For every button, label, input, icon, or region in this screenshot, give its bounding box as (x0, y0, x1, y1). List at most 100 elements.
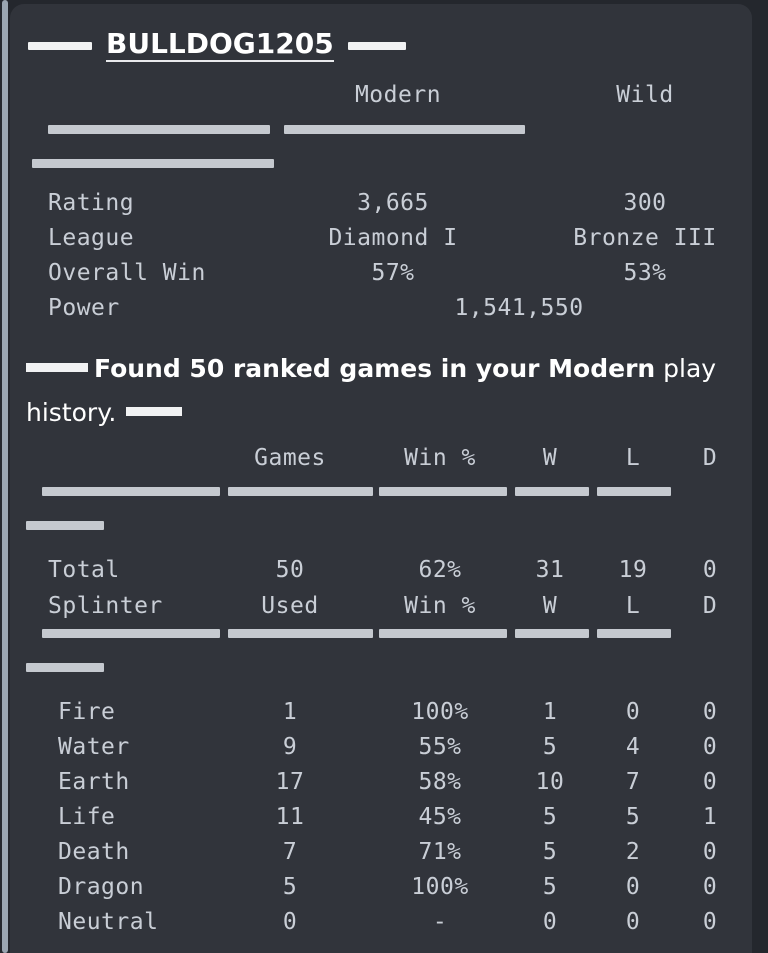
redaction-bar-icon (347, 42, 406, 50)
row-label: Neutral (58, 909, 159, 935)
table-row: Dragon 5 100% 5 0 0 (10, 874, 752, 909)
cell-draws: 0 (702, 874, 718, 900)
cell-win-pct: 71% (418, 839, 462, 865)
redaction-bar-icon (26, 362, 88, 372)
column-header-w: W (542, 445, 558, 471)
column-header-splinter-win: Win % (404, 593, 476, 619)
stat-label: League (48, 225, 135, 251)
scrollbar-thumb[interactable] (2, 0, 8, 953)
cell-wins: 1 (542, 699, 558, 725)
separator-segment (26, 521, 104, 530)
stat-row-overall-win: Overall Win 57% 53% (10, 260, 752, 295)
cell-wins: 5 (542, 734, 558, 760)
table-row: Water 9 55% 5 4 0 (10, 734, 752, 769)
column-header-modern: Modern (354, 82, 442, 108)
cell-win-pct: 45% (418, 804, 462, 830)
cell-losses: 0 (625, 699, 641, 725)
cell-used: 9 (282, 734, 298, 760)
cell-draws: 0 (702, 909, 718, 935)
cell-used: 17 (275, 769, 305, 795)
column-header-d: D (702, 445, 718, 471)
profile-table-separator (10, 125, 752, 137)
cell-win-pct: - (432, 909, 448, 935)
cell-win-pct: 62% (418, 557, 462, 583)
cell-win-pct: 100% (411, 874, 469, 900)
vertical-scrollbar[interactable] (0, 0, 10, 953)
table-row: Neutral 0 - 0 0 0 (10, 909, 752, 944)
column-header-splinter-d: D (702, 593, 718, 619)
cell-losses: 7 (625, 769, 641, 795)
separator-segment (515, 629, 589, 638)
stat-value-modern: 57% (371, 260, 415, 286)
column-header-games: Games (254, 445, 326, 471)
found-message-format: Modern (548, 354, 656, 383)
splinter-table-separator-wrap (10, 663, 752, 675)
cell-losses: 4 (625, 734, 641, 760)
cell-draws: 0 (702, 839, 718, 865)
cell-win-pct: 58% (418, 769, 462, 795)
column-header-l: L (625, 445, 641, 471)
column-header-wild: Wild (616, 82, 674, 108)
cell-used: 7 (282, 839, 298, 865)
stat-label: Rating (48, 190, 135, 216)
separator-segment (228, 487, 373, 496)
cell-wins: 0 (542, 909, 558, 935)
row-label: Earth (58, 769, 130, 795)
cell-used: 0 (282, 909, 298, 935)
redaction-bar-icon (126, 406, 183, 416)
cell-draws: 0 (702, 769, 718, 795)
app-viewport: BULLDOG1205 Modern Wild Rating 3,665 300… (0, 0, 768, 953)
cell-wins: 31 (535, 557, 565, 583)
found-games-message: Found 50 ranked games in your Modern pla… (26, 347, 740, 435)
stat-value-spanned: 1,541,550 (454, 295, 584, 321)
row-label: Death (58, 839, 130, 865)
cell-wins: 5 (542, 874, 558, 900)
separator-segment (597, 487, 671, 496)
separator-segment (228, 629, 373, 638)
table-row: Earth 17 58% 10 7 0 (10, 769, 752, 804)
separator-segment (515, 487, 589, 496)
table-row: Death 7 71% 5 2 0 (10, 839, 752, 874)
column-header-win-pct: Win % (404, 445, 476, 471)
row-label: Fire (58, 699, 116, 725)
row-label: Dragon (58, 874, 145, 900)
column-header-splinter-l: L (625, 593, 641, 619)
redaction-bar-icon (28, 42, 92, 50)
stat-value-wild: 300 (623, 190, 667, 216)
column-header-splinter-w: W (542, 593, 558, 619)
cell-losses: 0 (625, 909, 641, 935)
player-stats-card: BULLDOG1205 Modern Wild Rating 3,665 300… (10, 4, 752, 953)
row-label: Life (58, 804, 116, 830)
table-row: Life 11 45% 5 5 1 (10, 804, 752, 839)
stat-value-modern: Diamond I (328, 225, 458, 251)
games-table-separator-wrap (10, 521, 752, 533)
stat-label: Power (48, 295, 120, 321)
stat-label: Overall Win (48, 260, 206, 286)
separator-segment (26, 663, 104, 672)
separator-segment (597, 629, 671, 638)
separator-segment (42, 629, 220, 638)
separator-segment (48, 125, 270, 134)
cell-used: 11 (275, 804, 305, 830)
table-row-total: Total 50 62% 31 19 0 (10, 557, 752, 592)
cell-wins: 5 (542, 804, 558, 830)
row-label: Total (48, 557, 120, 583)
games-table-header: Games Win % W L D (10, 445, 752, 480)
cell-wins: 5 (542, 839, 558, 865)
page-title: BULLDOG1205 (106, 27, 334, 62)
row-label: Water (58, 734, 130, 760)
cell-used: 5 (282, 874, 298, 900)
separator-segment (42, 487, 220, 496)
cell-draws: 0 (702, 734, 718, 760)
separator-segment (284, 125, 525, 134)
cell-win-pct: 55% (418, 734, 462, 760)
stat-row-rating: Rating 3,665 300 (10, 190, 752, 225)
cell-losses: 5 (625, 804, 641, 830)
stat-value-modern: 3,665 (357, 190, 429, 216)
separator-segment (32, 159, 274, 168)
cell-draws: 0 (702, 557, 718, 583)
found-message-prefix: Found 50 ranked games in your (94, 354, 549, 383)
profile-table-header: Modern Wild (10, 82, 752, 112)
stat-value-wild: 53% (623, 260, 667, 286)
cell-win-pct: 100% (411, 699, 469, 725)
